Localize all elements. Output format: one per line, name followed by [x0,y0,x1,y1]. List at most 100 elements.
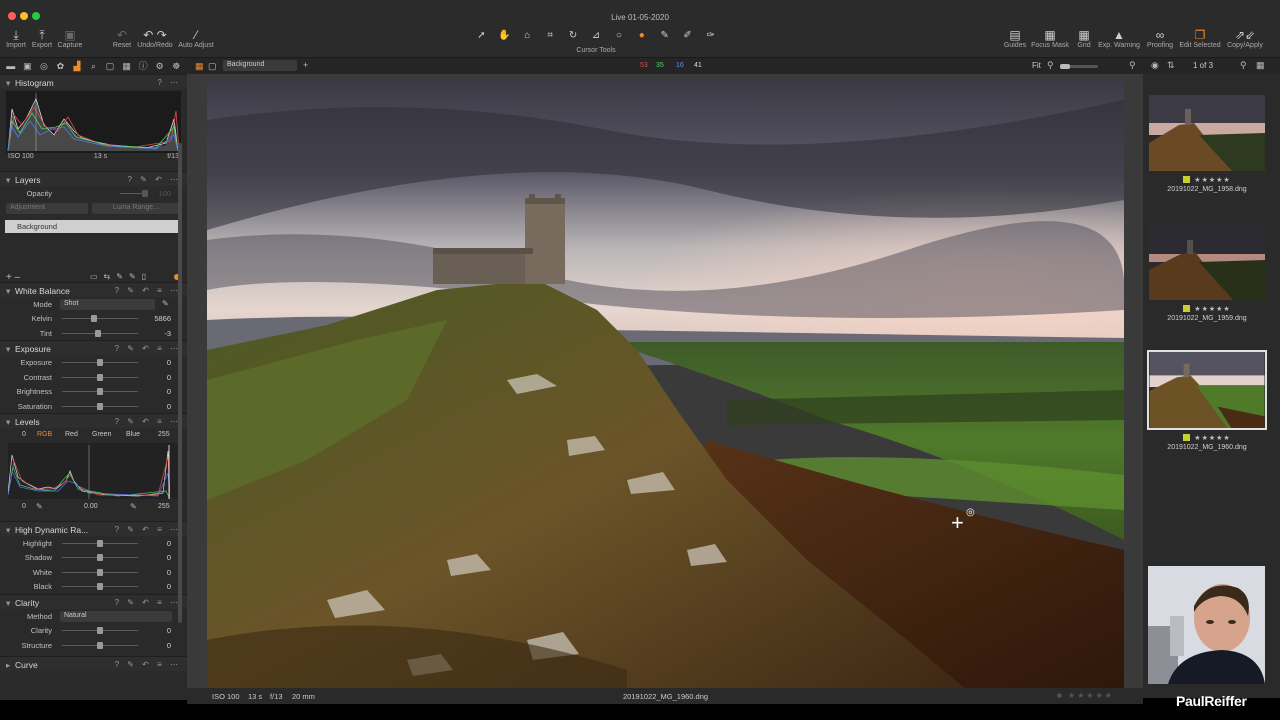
single-view-icon[interactable]: ▢ [208,61,217,72]
channel-blue[interactable]: Blue [126,431,140,438]
capture-button[interactable]: ▣ Capture [56,28,84,49]
slider-knob[interactable] [97,388,103,395]
adjustment-dropdown[interactable]: Adjustment [6,202,88,214]
hdr-value[interactable]: 0 [167,539,171,548]
clarity-value[interactable]: 0 [167,641,171,650]
color-tag-icon[interactable] [1183,305,1191,312]
saturation-slider[interactable] [62,402,138,410]
keystone-icon[interactable]: ⊿ [587,29,606,43]
black-point-picker-icon[interactable]: ✎ [36,502,43,511]
exposure-value[interactable]: 0 [167,402,171,411]
reset-button[interactable]: ↶ Reset [110,28,134,49]
metadata-tab-icon[interactable]: ⓘ [136,60,150,72]
color-tag-icon[interactable] [1183,434,1191,441]
brightness-slider[interactable] [62,388,138,395]
slider-knob[interactable] [97,641,103,649]
search-icon[interactable]: ⚲ [1240,60,1247,71]
clarity-method-dropdown[interactable]: Natural [60,610,172,622]
slider-knob[interactable] [97,554,103,561]
erase-icon[interactable]: ✐ [678,29,697,43]
exposure-header[interactable]: ▾ Exposure ? ✎ ↶ ≡ ⋯ [0,340,187,355]
white-slider[interactable] [62,568,138,576]
composition-tab-icon[interactable]: ▢ [103,60,117,72]
eye-icon[interactable]: ◉ [1151,60,1159,71]
section-controls[interactable]: ? ✎ ↶ ≡ ⋯ [115,525,181,534]
section-controls[interactable]: ? ✎ ↶ ⋯ [127,175,181,184]
image-viewer[interactable]: + ◎ [187,74,1143,690]
exposure-value[interactable]: 0 [167,373,171,382]
copy-apply-button[interactable]: ⇗⇙ Copy/Apply [1225,28,1265,49]
grid-view-icon[interactable]: ▦ [1256,60,1265,71]
section-controls[interactable]: ? ✎ ↶ ≡ ⋯ [115,344,181,353]
white-balance-header[interactable]: ▾ White Balance ? ✎ ↶ ≡ ⋯ [0,281,187,297]
thumbnail-1960[interactable] [1147,350,1267,430]
pan-hand-icon[interactable]: ✋ [495,29,514,43]
tint-slider[interactable] [62,329,138,337]
channel-red[interactable]: Red [65,431,78,438]
levels-header[interactable]: ▾ Levels ? ✎ ↶ ≡ ⋯ [0,413,187,428]
thumbnail-1959[interactable] [1148,223,1266,301]
clarity-slider[interactable] [62,627,138,634]
luma-range-button[interactable]: Luma Range... [92,202,180,214]
slider-knob[interactable] [97,373,103,381]
curve-header[interactable]: ▸ Curve ? ✎ ↶ ≡ ⋯ [0,656,187,671]
slider-knob[interactable] [95,329,102,337]
gradient-icon[interactable]: ✑ [701,29,720,43]
layer-select-dropdown[interactable]: Background [223,60,297,71]
wb-value[interactable]: -3 [164,329,171,338]
brush-icon[interactable]: ✎ [655,29,674,43]
slider-knob[interactable] [97,539,103,547]
color-picker-icon[interactable]: ● [632,29,651,43]
exposure-value[interactable]: 0 [167,358,171,367]
slider-knob[interactable] [97,583,103,590]
hdr-value[interactable]: 0 [167,553,171,562]
rating-stars[interactable]: ■ ★★★★★ [1057,691,1114,700]
search-icon[interactable]: ⚲ [1129,60,1136,71]
import-button[interactable]: ⤓ Import [4,28,28,49]
exposure-value[interactable]: 0 [167,387,171,396]
layer-opacity-slider[interactable] [120,190,148,197]
shadow-slider[interactable] [62,554,138,561]
structure-slider[interactable] [62,641,138,649]
undo-redo-button[interactable]: ↶ ↷ Undo/Redo [136,28,174,49]
local-tab-icon[interactable]: ▦ [120,60,134,72]
grid-button[interactable]: ▦ Grid [1074,28,1094,49]
clarity-header[interactable]: ▾ Clarity ? ✎ ↶ ≡ ⋯ [0,593,187,609]
channel-rgb[interactable]: RGB [37,431,52,438]
library-tab-icon[interactable]: ▬ [4,60,18,72]
details-tab-icon[interactable]: ⌕ [87,60,101,72]
hdr-header[interactable]: ▾ High Dynamic Ra... ? ✎ ↶ ≡ ⋯ [0,520,187,536]
white-point-picker-icon[interactable]: ✎ [130,502,137,511]
exp-warning-button[interactable]: ▲ Exp. Warning [1096,28,1142,49]
capture-tab-icon[interactable]: ▣ [21,60,35,72]
black-slider[interactable] [62,583,138,590]
slider-knob[interactable] [97,568,103,576]
hdr-value[interactable]: 0 [167,568,171,577]
histogram-header[interactable]: ▾ Histogram ? ⋯ [0,74,187,89]
rotate-icon[interactable]: ↻ [564,29,583,43]
edit-selected-button[interactable]: ❐ Edit Selected [1177,28,1223,49]
slider-knob[interactable] [90,315,97,322]
thumbnail-1958[interactable] [1148,94,1266,172]
output-tab-icon[interactable]: ⚙ [153,60,167,72]
exposure-tab-icon[interactable]: ▟ [70,60,84,72]
export-button[interactable]: ⤒ Export [30,28,54,49]
spot-removal-icon[interactable]: ○ [609,29,628,43]
batch-tab-icon[interactable]: ☸ [169,60,183,72]
wb-mode-dropdown[interactable]: Shot [60,298,155,310]
tool-panel-scrollbar[interactable] [178,143,182,623]
contrast-slider[interactable] [62,373,138,381]
wb-value[interactable]: 5866 [154,314,171,323]
channel-green[interactable]: Green [92,431,111,438]
color-tab-icon[interactable]: ✿ [54,60,68,72]
highlight-slider[interactable] [62,539,138,547]
layers-header[interactable]: ▾ Layers ? ✎ ↶ ⋯ [0,171,187,186]
section-controls[interactable]: ? ✎ ↶ ≡ ⋯ [115,417,181,426]
slider-knob[interactable] [97,359,103,366]
add-icon[interactable]: + [303,60,308,70]
proofing-button[interactable]: ∞ Proofing [1144,28,1176,49]
sort-icon[interactable]: ⇅ [1167,60,1175,71]
guides-button[interactable]: ▤ Guides [1002,28,1028,49]
slider-knob[interactable] [97,627,103,634]
eyedropper-icon[interactable]: ✎ [162,299,169,308]
